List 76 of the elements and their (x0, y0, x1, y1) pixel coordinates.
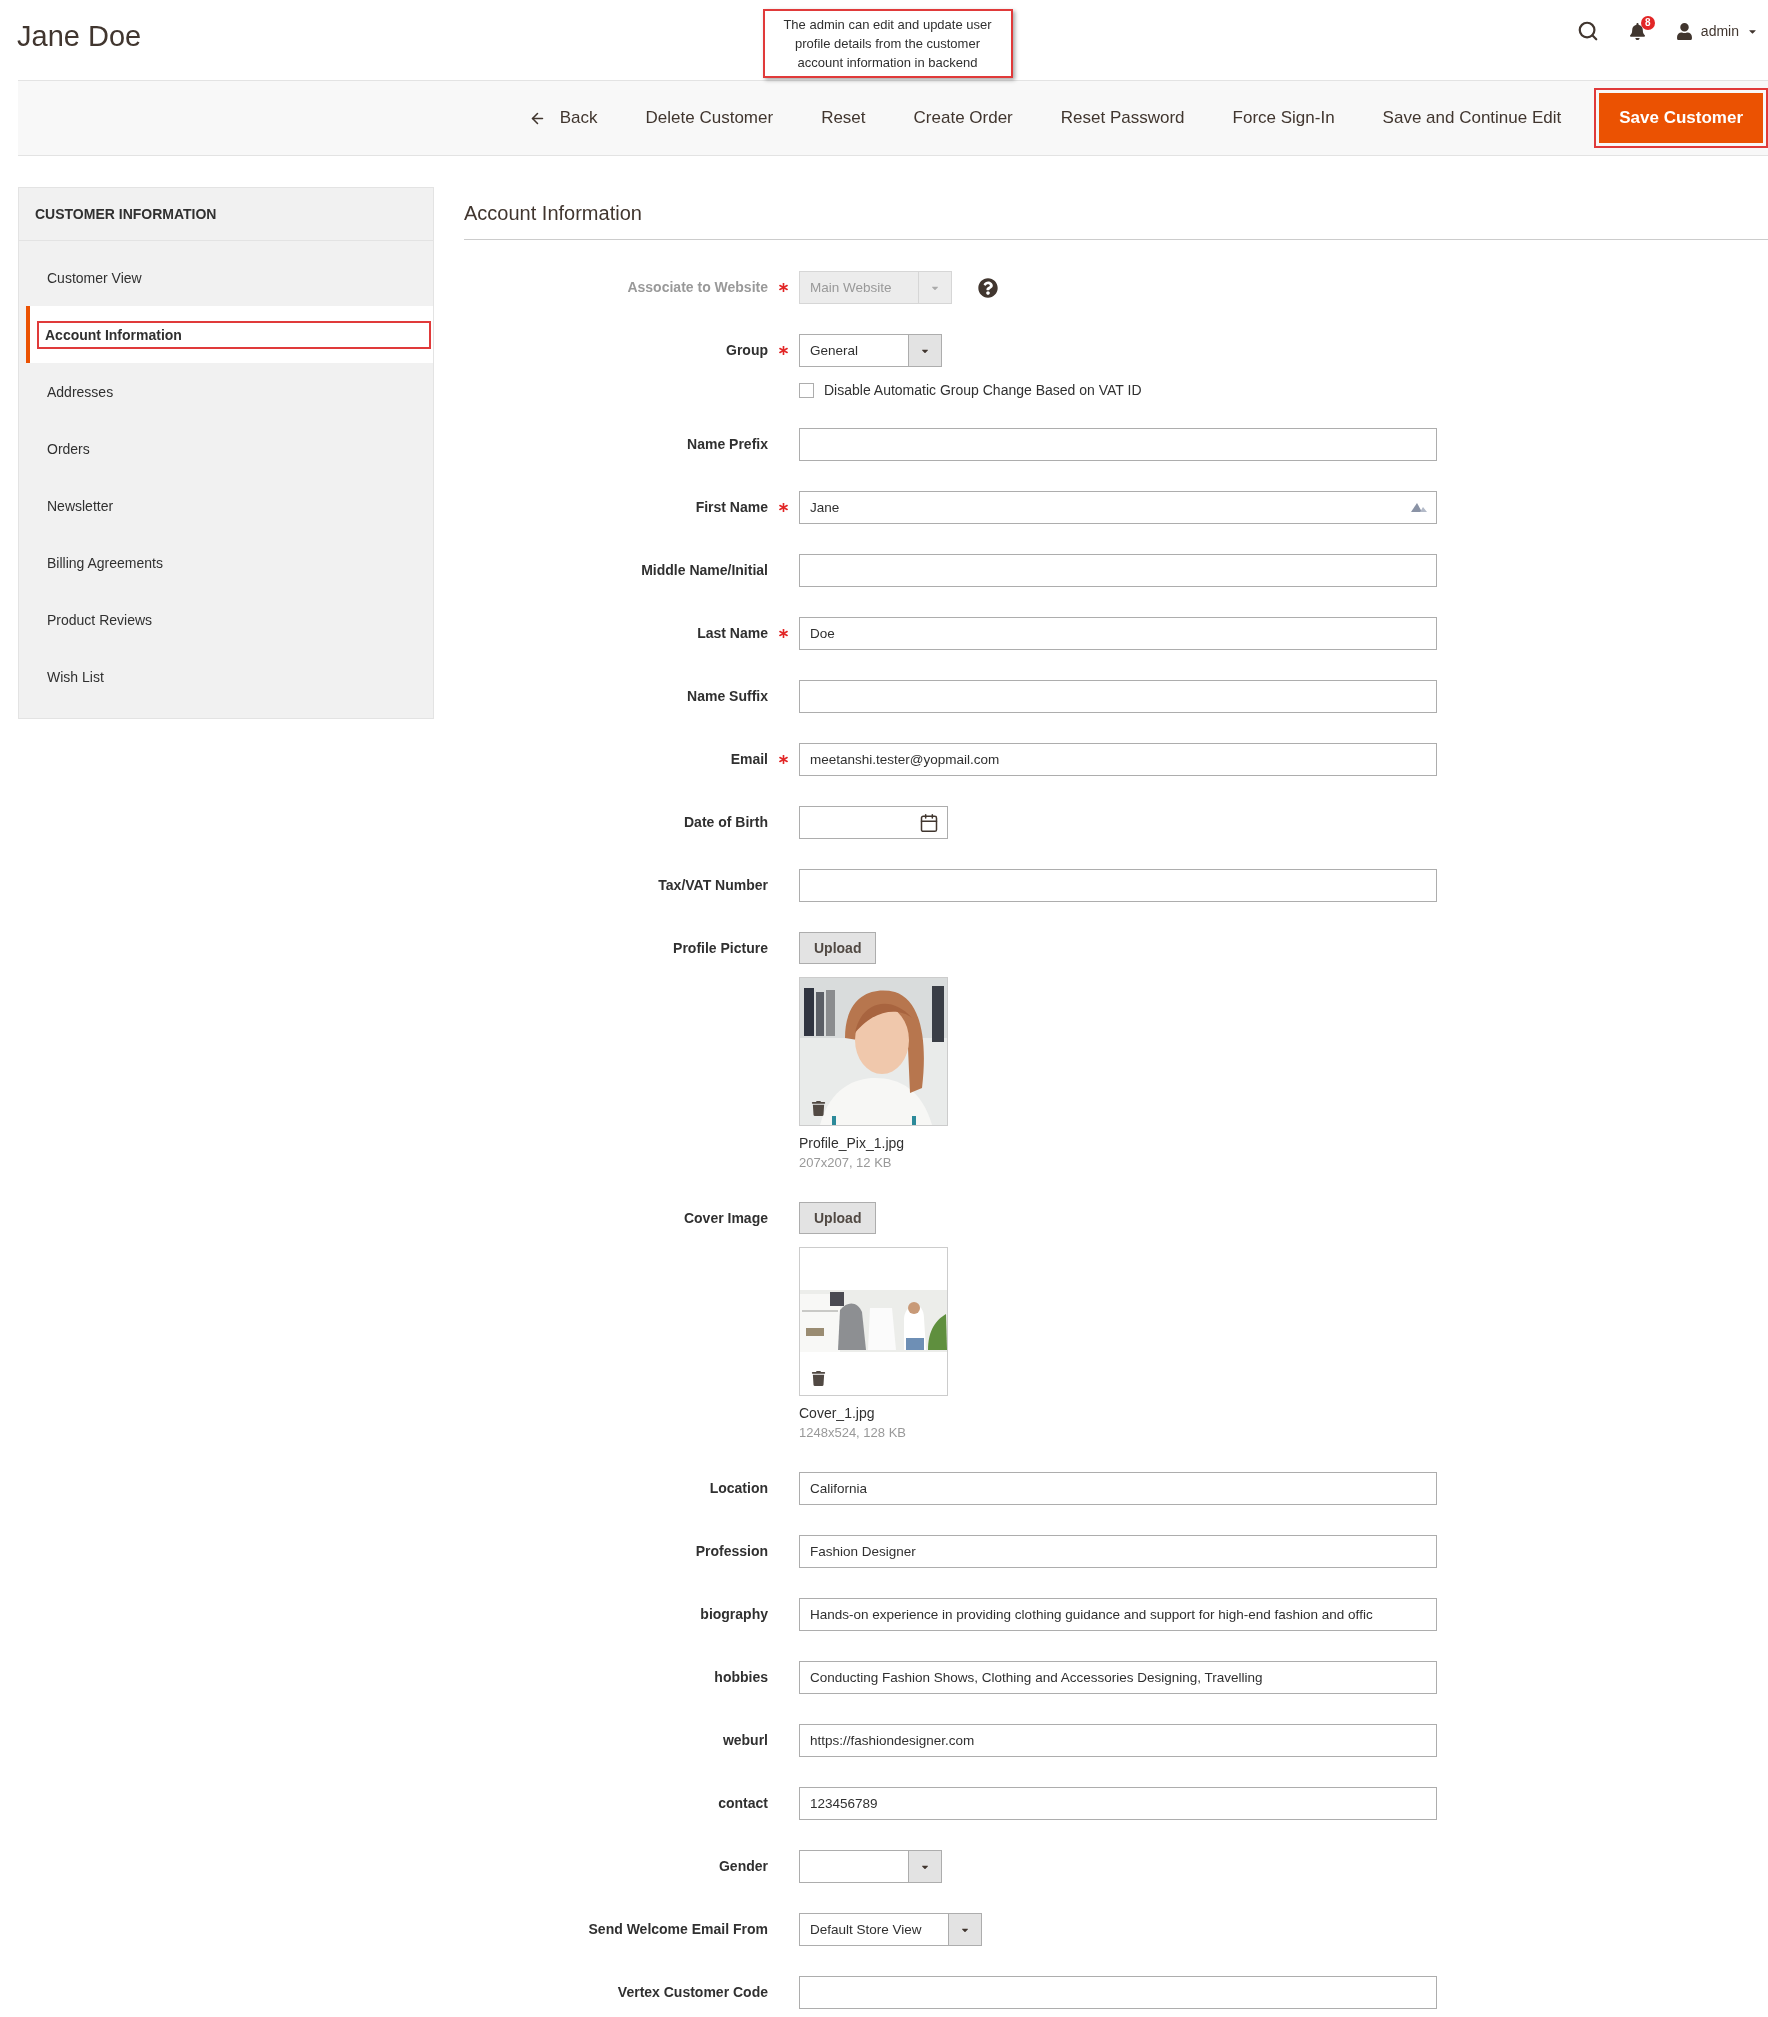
toolbar-button[interactable]: Save and Continue Edit (1367, 93, 1577, 143)
field-label: Tax/VAT Number (657, 876, 768, 895)
calendar-icon[interactable] (919, 812, 939, 833)
field-label: Location (708, 1479, 768, 1498)
sidebar-item[interactable]: Customer View (19, 249, 433, 306)
field-label: Cover Image (682, 1209, 768, 1228)
search-icon[interactable] (1576, 20, 1599, 42)
toolbar-button[interactable]: Create Order (898, 93, 1028, 143)
save-button[interactable]: Save Customer (1599, 93, 1763, 143)
select-field[interactable]: Default Store View (799, 1913, 982, 1946)
trash-icon[interactable] (811, 1101, 826, 1116)
upload-button[interactable]: Upload (799, 1202, 877, 1234)
field-label: biography (699, 1605, 768, 1624)
text-field[interactable]: Fashion Designer (799, 1535, 1437, 1568)
text-field[interactable] (799, 428, 1437, 461)
text-field[interactable]: meetanshi.tester@yopmail.com (799, 743, 1437, 776)
field-label: Profile Picture (672, 939, 768, 958)
field-label: Last Name (696, 624, 768, 643)
text-field[interactable] (799, 680, 1437, 713)
field-label: First Name (694, 498, 768, 517)
sidebar-item[interactable]: Billing Agreements (19, 534, 433, 591)
field-label: Profession (694, 1542, 768, 1561)
notification-count: 8 (1640, 15, 1655, 30)
field-label: weburl (721, 1731, 768, 1750)
sidebar-item[interactable]: Wish List (19, 648, 433, 705)
text-field[interactable] (799, 1976, 1437, 2009)
field-label: Gender (718, 1857, 768, 1876)
field-label: Group (725, 341, 768, 360)
checkbox-label: Disable Automatic Group Change Based on VAT ID (824, 382, 1142, 398)
text-field[interactable]: Hands-on experience in providing clothing guidance and support for high-end fashion and offic (799, 1598, 1437, 1631)
field-label: Vertex Customer Code (616, 1983, 768, 2002)
field-label: Name Suffix (686, 687, 768, 706)
sidebar-item[interactable]: Newsletter (19, 477, 433, 534)
checkbox[interactable] (799, 382, 814, 398)
field-label: Associate to Website (626, 278, 768, 297)
sidebar-title: CUSTOMER INFORMATION (19, 188, 433, 241)
page-title: Jane Doe (17, 20, 142, 53)
section-title: Account Information (464, 187, 1768, 240)
toolbar-button[interactable]: Delete Customer (630, 93, 789, 143)
toolbar-button[interactable]: Force Sign-In (1217, 93, 1350, 143)
text-field[interactable] (799, 869, 1437, 902)
toolbar-button[interactable]: Reset Password (1045, 93, 1200, 143)
user-icon (1675, 22, 1693, 40)
sidebar-item[interactable]: Orders (19, 420, 433, 477)
text-field[interactable]: Conducting Fashion Shows, Clothing and Accessories Designing, Travelling (799, 1661, 1437, 1694)
text-field[interactable]: Doe (799, 617, 1437, 650)
field-label: Email (729, 750, 768, 769)
date-field[interactable] (799, 806, 948, 839)
text-field[interactable] (799, 554, 1437, 587)
field-label: Middle Name/Initial (640, 561, 768, 580)
field-label: Send Welcome Email From (587, 1920, 768, 1939)
file-name: Cover_1.jpg (799, 1404, 875, 1423)
sidebar-item[interactable]: Product Reviews (19, 591, 433, 648)
text-field[interactable]: Jane (799, 491, 1437, 524)
file-size: 1248x524, 128 KB (799, 1424, 906, 1442)
field-label: contact (717, 1794, 768, 1813)
sidebar-item[interactable]: Account Information (26, 306, 433, 363)
file-size: 207x207, 12 KB (799, 1154, 892, 1172)
field-label: hobbies (713, 1668, 768, 1687)
text-field[interactable]: California (799, 1472, 1437, 1505)
bell-icon[interactable] (1628, 22, 1646, 40)
text-field[interactable]: https://fashiondesigner.com (799, 1724, 1437, 1757)
autofill-icon[interactable] (1411, 502, 1427, 512)
annotation-callout: The admin can edit and update user profile details from the customer account information in backend (762, 9, 1013, 78)
trash-icon[interactable] (811, 1371, 826, 1386)
toolbar-button[interactable]: Reset (806, 93, 881, 143)
sidebar-item[interactable]: Addresses (19, 363, 433, 420)
select-field[interactable]: General (799, 334, 942, 367)
text-field[interactable]: 123456789 (799, 1787, 1437, 1820)
user-menu[interactable]: admin (1675, 22, 1758, 40)
upload-button[interactable]: Upload (799, 932, 877, 964)
select-field[interactable] (799, 1850, 942, 1883)
field-label: Date of Birth (683, 813, 768, 832)
toolbar-button[interactable]: Back (513, 93, 613, 143)
file-name: Profile_Pix_1.jpg (799, 1134, 905, 1153)
field-label: Name Prefix (686, 435, 768, 454)
